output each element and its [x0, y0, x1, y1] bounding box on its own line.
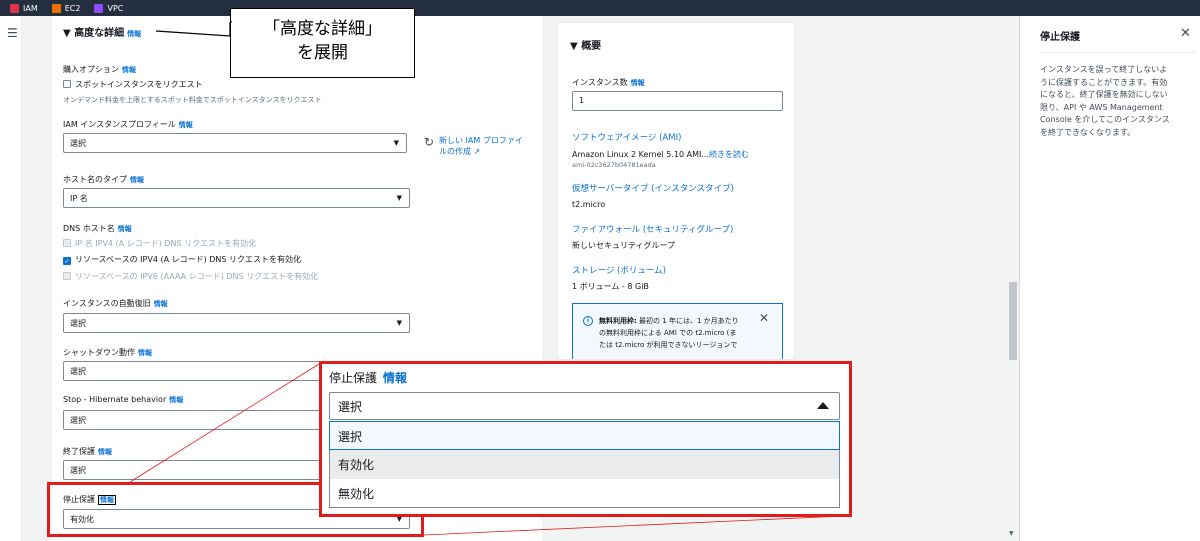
highlight-box-zoom	[319, 361, 852, 517]
